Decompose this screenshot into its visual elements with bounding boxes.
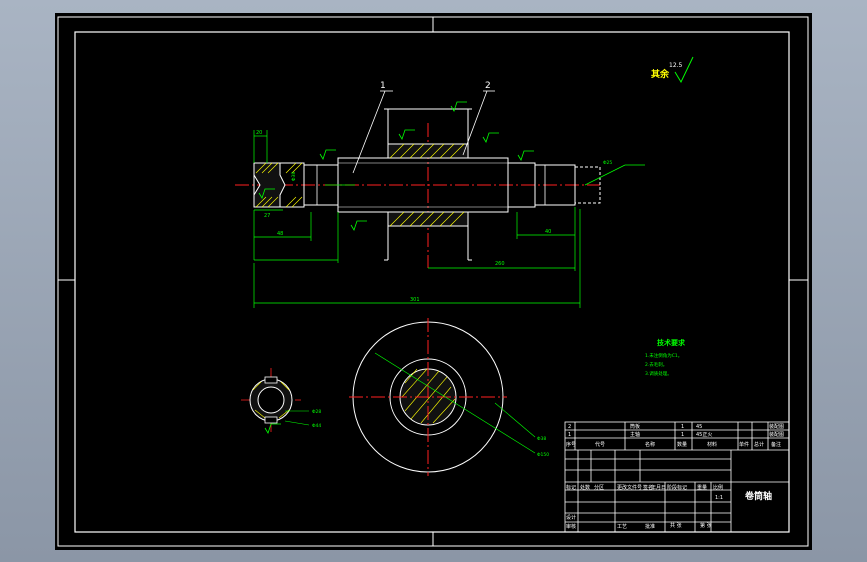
tb-change: 更改文件号 (617, 484, 642, 491)
dim-right-40: 40 (545, 229, 551, 235)
tb-row2-note: 装配图 (769, 431, 784, 438)
technical-requirements: 技术要求 1.未注倒角为C1。 2.去毛刺。 3.调质处理。 (645, 338, 686, 377)
tb-stage: 阶段标记 (667, 484, 687, 491)
tb-count: 处数 (580, 484, 590, 491)
general-roughness: 其余 12.5 (651, 56, 694, 84)
tech-notes-title: 技术要求 (657, 338, 686, 347)
tb-review: 审核 (566, 523, 576, 530)
tb-hdr-mat: 材料 (707, 441, 717, 448)
tb-row2-no: 1 (568, 432, 571, 438)
roughness-label: 其余 (651, 68, 670, 80)
drum-section-view: Φ150 Φ38 (349, 318, 549, 476)
dim-left-mid: 48 (277, 231, 283, 237)
drawing-canvas: 1 2 20 27 48 40 260 301 Φ25 Φ38 其余 12.5 … (55, 13, 812, 550)
tb-hdr-remark: 备注 (771, 441, 781, 448)
dim-left-small: 20 (256, 130, 262, 136)
tb-approve: 批准 (645, 523, 655, 530)
tb-row2-qty: 1 (681, 432, 684, 438)
tb-date: 年月日 (651, 484, 666, 491)
tb-process: 工艺 (617, 524, 627, 530)
outer-frame (57, 16, 809, 547)
inner-frame (74, 31, 790, 533)
cad-drawing: 1 2 20 27 48 40 260 301 Φ25 Φ38 其余 12.5 … (57, 16, 809, 547)
tb-row1-name: 筒板 (630, 423, 640, 430)
tb-row1-no: 2 (568, 424, 571, 430)
balloon-2: 2 (485, 81, 491, 91)
part-name: 卷筒轴 (744, 490, 772, 502)
tb-design: 设计 (566, 514, 576, 521)
tb-hdr-code: 代号 (595, 441, 605, 448)
tech-note-2: 2.去毛刺。 (645, 361, 667, 368)
small-section-dia-1: Φ28 (312, 409, 321, 415)
shaft-front-view: 1 2 20 27 48 40 260 301 Φ25 Φ38 (235, 81, 645, 308)
tb-row2-mat: 45正火 (696, 432, 712, 438)
dia-label-2: Φ38 (291, 172, 297, 181)
dim-left-27: 27 (264, 213, 270, 219)
tb-row2-name: 主轴 (630, 431, 640, 438)
tb-hdr-unit: 单件 (739, 441, 749, 448)
tb-ratio: 比例 (713, 484, 723, 491)
tb-hdr-name: 名称 (645, 441, 655, 448)
drum-section-dia-1: Φ150 (537, 452, 549, 458)
tb-row1-mat: 45 (696, 424, 702, 430)
frame-ticks (58, 17, 808, 546)
tb-mark: 标记 (566, 484, 576, 491)
tb-row1-qty: 1 (681, 424, 684, 430)
drum-section-dia-2: Φ38 (537, 436, 546, 442)
tb-hdr-no: 序号 (566, 441, 576, 448)
tb-zone: 分区 (594, 484, 604, 491)
dim-overall: 301 (410, 297, 420, 303)
tech-note-3: 3.调质处理。 (645, 370, 672, 377)
dim-right-260: 260 (495, 261, 505, 267)
tb-row1-note: 装配图 (769, 423, 784, 430)
small-section-dia-2: Φ44 (312, 423, 321, 429)
title-block (564, 421, 790, 533)
roughness-value: 12.5 (669, 62, 683, 69)
tb-hdr-qty: 数量 (677, 441, 687, 448)
small-section-view: Φ28 Φ44 (241, 368, 321, 434)
tb-weight: 重量 (697, 484, 707, 491)
tech-note-1: 1.未注倒角为C1。 (645, 352, 682, 359)
tb-scale: 1:1 (715, 495, 723, 501)
tb-sheets-total: 共 张 (670, 522, 682, 529)
balloon-1: 1 (380, 81, 386, 91)
tb-sheet-no: 第 张 (700, 522, 712, 529)
tb-hdr-total: 总计 (754, 441, 764, 448)
dia-label-1: Φ25 (603, 160, 612, 166)
